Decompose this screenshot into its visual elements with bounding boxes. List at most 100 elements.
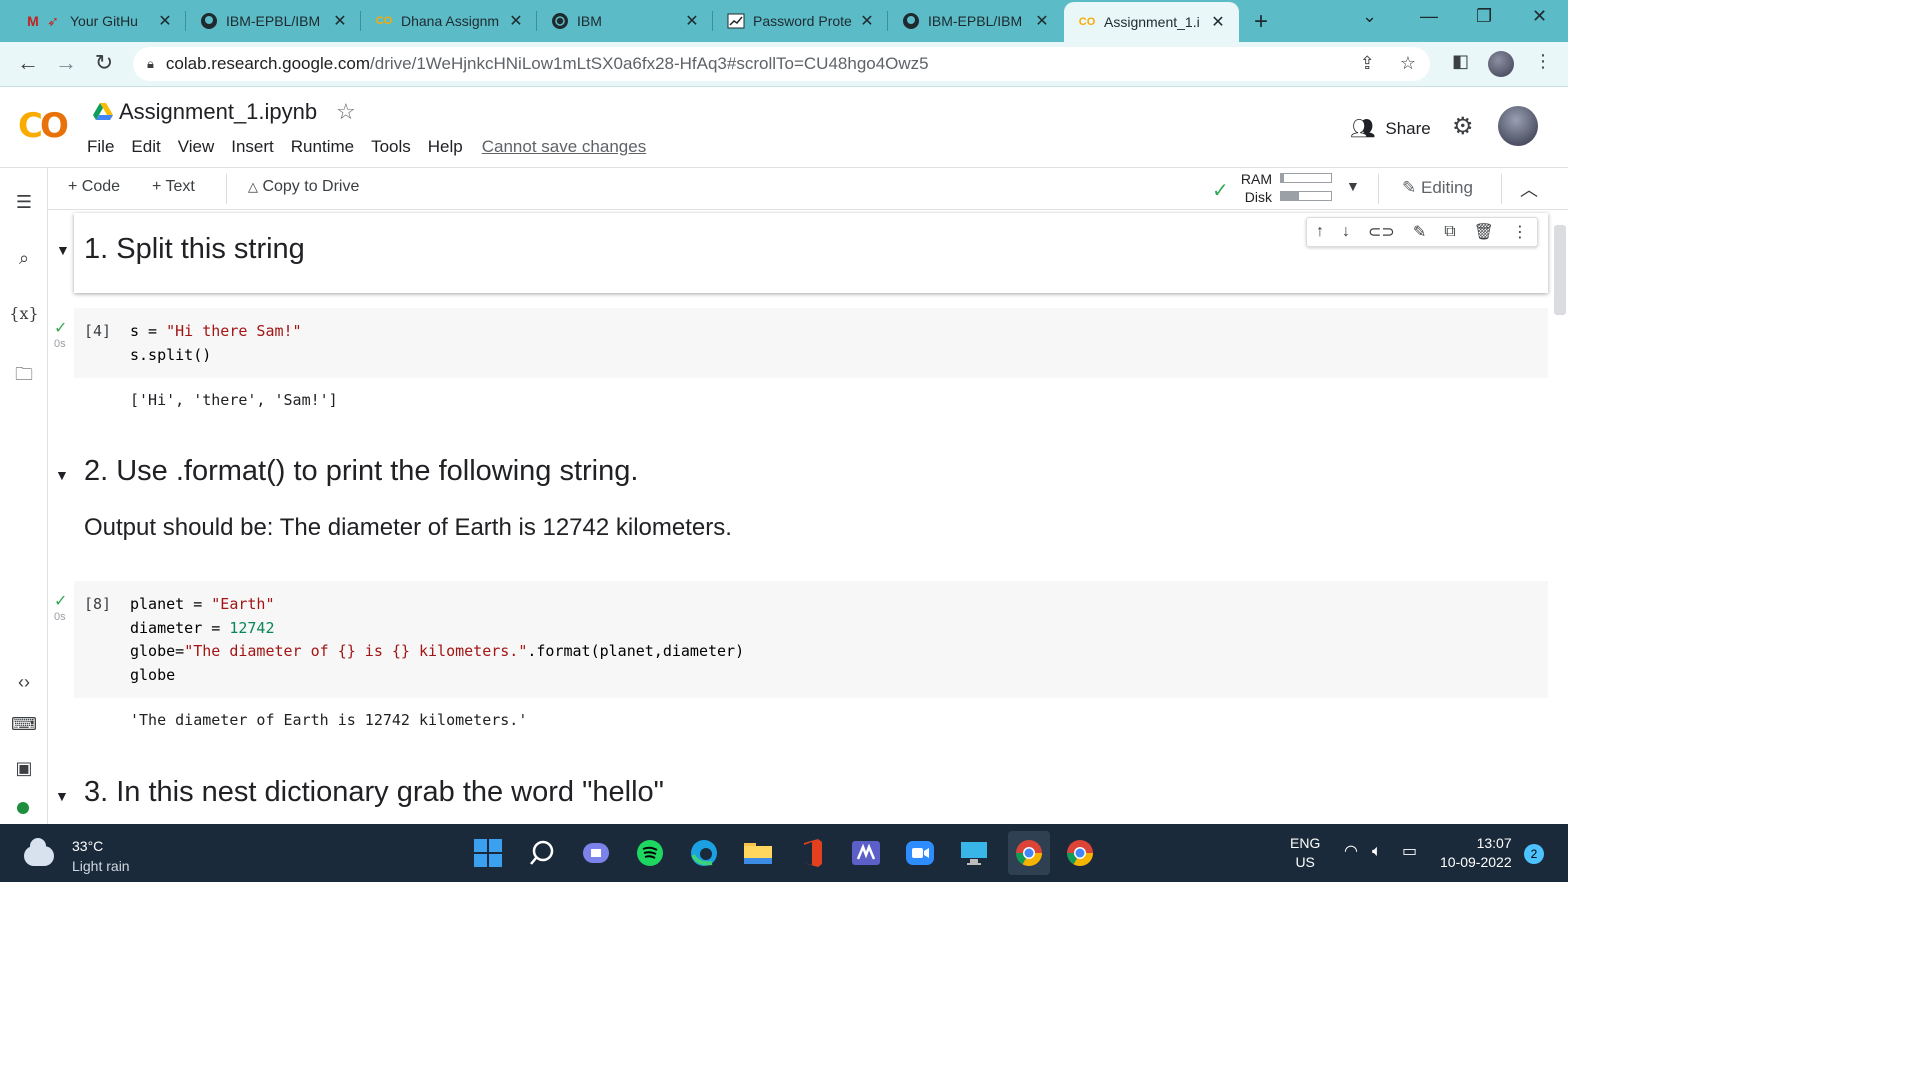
back-icon[interactable]: ← <box>14 50 42 76</box>
close-icon[interactable]: ✕ <box>507 11 525 31</box>
chrome-active-icon[interactable] <box>1008 831 1050 875</box>
battery-icon[interactable]: ▭ <box>1402 842 1417 861</box>
menu-insert[interactable]: Insert <box>231 137 274 157</box>
browser-tab[interactable]: Password Prote ✕ <box>713 0 888 42</box>
windows-start-icon[interactable] <box>472 838 504 868</box>
delete-icon[interactable]: 🗑︎ <box>1474 222 1494 242</box>
wifi-icon[interactable]: ◠ <box>1344 842 1358 861</box>
account-avatar[interactable] <box>1498 106 1538 146</box>
spotify-icon[interactable] <box>634 838 666 868</box>
clock[interactable]: 13:07 10-09-2022 <box>1440 834 1512 872</box>
text-cell-selected[interactable]: ▼ 1. Split this string ↑ ↓ ⊂⊃ ✎ ⧉ 🗑︎ ⋮ <box>56 213 1548 293</box>
collapse-section-icon[interactable]: ▼ <box>55 788 69 804</box>
office-icon[interactable] <box>796 838 828 868</box>
table-of-contents-icon[interactable]: ☰ <box>0 192 48 213</box>
menu-file[interactable]: File <box>87 137 114 157</box>
files-folder-icon[interactable]: 🗀︎ <box>0 362 48 392</box>
menu-view[interactable]: View <box>178 137 215 157</box>
browser-tab[interactable]: IBM-EPBL/IBM ✕ <box>186 0 361 42</box>
forward-icon[interactable]: → <box>52 50 80 76</box>
resources-dropdown-icon[interactable]: ▼ <box>1346 178 1360 194</box>
ram-disk-labels[interactable]: RAM Disk <box>1238 170 1272 206</box>
code-snippets-icon[interactable]: ‹› <box>0 672 48 693</box>
add-text-button[interactable]: + Text <box>152 178 195 196</box>
edit-pencil-icon[interactable]: ✎ <box>1413 222 1426 242</box>
notebook-title[interactable]: Assignment_1.ipynb <box>119 99 317 125</box>
menu-help[interactable]: Help <box>428 137 463 157</box>
move-up-icon[interactable]: ↑ <box>1316 223 1324 241</box>
copy-to-drive-button[interactable]: △ Copy to Drive <box>248 178 359 196</box>
new-tab-button[interactable]: + <box>1254 8 1268 36</box>
browser-menu-icon[interactable]: ⋮ <box>1534 51 1552 72</box>
browser-profile-avatar[interactable] <box>1488 51 1514 77</box>
close-icon[interactable]: ✕ <box>1209 12 1227 32</box>
collapse-section-icon[interactable]: ▼ <box>56 242 70 258</box>
search-icon[interactable] <box>526 838 558 868</box>
zoom-icon[interactable] <box>904 838 936 868</box>
code-editor[interactable]: s = "Hi there Sam!" s.split() <box>130 320 302 367</box>
reload-icon[interactable]: ↻ <box>90 50 118 76</box>
close-icon[interactable]: ✕ <box>683 11 701 31</box>
cannot-save-link[interactable]: Cannot save changes <box>482 137 646 157</box>
gear-icon[interactable]: ⚙ <box>1452 112 1474 141</box>
edge-browser-icon[interactable] <box>688 838 720 868</box>
move-down-icon[interactable]: ↓ <box>1342 223 1350 241</box>
close-icon[interactable]: ✕ <box>1033 11 1051 31</box>
windows-taskbar: 33°C Light rain ENG US ◠ 🔈︎ ▭ 13:07 10-0… <box>0 824 1568 882</box>
browser-tab-active[interactable]: CO Assignment_1.i ✕ <box>1064 2 1239 42</box>
more-options-icon[interactable]: ⋮ <box>1512 222 1528 242</box>
notification-badge[interactable]: 2 <box>1524 844 1544 864</box>
close-icon[interactable]: ✕ <box>858 11 876 31</box>
rocket-icon: ➶ <box>47 12 59 29</box>
mirror-cell-icon[interactable]: ⧉ <box>1444 223 1455 241</box>
star-icon[interactable]: ☆ <box>336 99 356 125</box>
tab-search-icon[interactable]: ⌄ <box>1362 6 1377 27</box>
command-palette-icon[interactable]: ⌨︎ <box>0 714 48 735</box>
code-cell[interactable]: ✓ 0s [4] s = "Hi there Sam!" s.split() <box>54 308 1548 378</box>
browser-tab[interactable]: CO Dhana Assignm ✕ <box>361 0 537 42</box>
url-bar[interactable]: 🔒︎ colab.research.google.com/drive/1WeHj… <box>133 47 1430 81</box>
tab-title: IBM-EPBL/IBM <box>928 13 1023 29</box>
code-cell[interactable]: ✓ 0s [8] planet = "Earth" diameter = 127… <box>54 581 1548 698</box>
weather-widget[interactable]: 33°C Light rain <box>24 836 130 876</box>
execution-count: [4] <box>84 322 112 340</box>
runtime-status-dot <box>17 802 29 814</box>
file-explorer-icon[interactable] <box>742 838 774 868</box>
colab-logo[interactable]: CO <box>18 106 69 146</box>
terminal-icon[interactable]: ▣ <box>0 758 48 779</box>
browser-tab[interactable]: IBM-EPBL/IBM ✕ <box>888 0 1063 42</box>
collapse-section-icon[interactable]: ▼ <box>55 467 69 483</box>
chrome-profile-icon[interactable] <box>1064 838 1096 868</box>
share-page-icon[interactable]: ⇪ <box>1360 53 1375 73</box>
browser-tab[interactable]: IBM ✕ <box>537 0 713 42</box>
window-close-icon[interactable]: ✕ <box>1532 6 1547 27</box>
close-icon[interactable]: ✕ <box>331 11 349 31</box>
run-success-check-icon[interactable]: ✓ <box>54 318 67 338</box>
browser-tab[interactable]: M ➶ Your GitHu ✕ <box>10 0 186 42</box>
close-icon[interactable]: ✕ <box>156 11 174 31</box>
menu-tools[interactable]: Tools <box>371 137 411 157</box>
scrollbar[interactable] <box>1554 225 1566 315</box>
menu-edit[interactable]: Edit <box>131 137 160 157</box>
teams-chat-icon[interactable] <box>580 838 612 868</box>
visual-studio-icon[interactable] <box>850 838 882 868</box>
code-editor[interactable]: planet = "Earth" diameter = 12742 globe=… <box>130 593 744 687</box>
run-success-check-icon[interactable]: ✓ <box>54 591 67 611</box>
collapse-header-icon[interactable]: ︿ <box>1520 176 1538 202</box>
volume-icon[interactable]: 🔈︎ <box>1372 842 1382 861</box>
editing-label: Editing <box>1420 178 1473 197</box>
disk-usage-fill <box>1281 192 1299 200</box>
menu-runtime[interactable]: Runtime <box>291 137 354 157</box>
variables-icon[interactable]: {x} <box>0 304 48 323</box>
restore-icon[interactable]: ❐ <box>1476 6 1492 27</box>
link-icon[interactable]: ⊂⊃ <box>1368 222 1395 242</box>
remote-desktop-icon[interactable] <box>958 838 990 868</box>
share-button[interactable]: 👥︎ Share <box>1350 116 1431 141</box>
side-panel-icon[interactable]: ◧ <box>1452 51 1469 72</box>
bookmark-star-icon[interactable]: ☆ <box>1400 53 1416 73</box>
input-language[interactable]: ENG US <box>1290 834 1320 872</box>
editing-mode-button[interactable]: ✎ Editing <box>1402 178 1473 198</box>
search-icon[interactable]: ⌕ <box>0 248 48 269</box>
minimize-icon[interactable]: — <box>1420 6 1438 27</box>
add-code-button[interactable]: + Code <box>68 178 120 196</box>
